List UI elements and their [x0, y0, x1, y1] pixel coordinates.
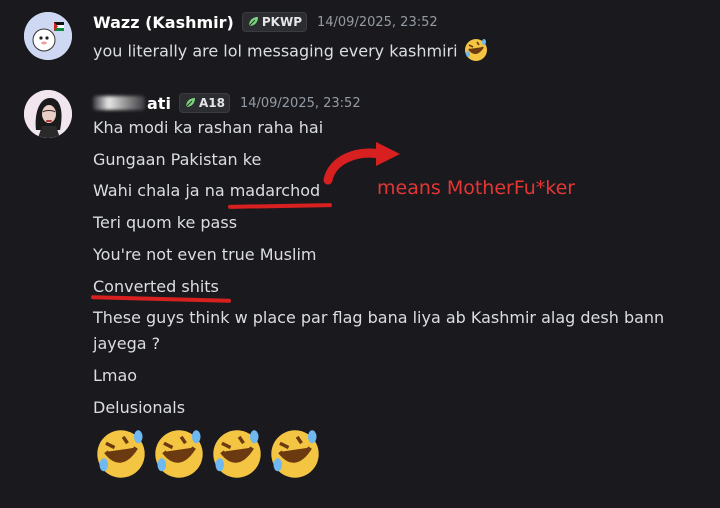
leaf-icon: [185, 98, 195, 108]
message-1: Wazz (Kashmir) PKWP 14/09/2025, 23:52 yo…: [0, 0, 720, 80]
rofl-emoji[interactable]: [209, 426, 265, 482]
server-tag-label: PKWP: [261, 15, 302, 29]
username[interactable]: Wazz (Kashmir): [93, 13, 234, 32]
timestamp[interactable]: 14/09/2025, 23:52: [240, 96, 361, 111]
timestamp[interactable]: 14/09/2025, 23:52: [317, 15, 438, 30]
rofl-emoji: [463, 37, 489, 67]
message-line: Lmao: [93, 366, 138, 385]
server-tag-label: A18: [198, 96, 225, 110]
avatar-image: [24, 90, 72, 138]
highlighted-word: madarchod: [229, 181, 321, 200]
message-line: Wahi chala ja na madarchod: [93, 181, 320, 200]
server-tag[interactable]: PKWP: [241, 12, 307, 32]
message-line: Teri quom ke pass: [93, 213, 238, 232]
rofl-emoji[interactable]: [267, 426, 323, 482]
server-tag[interactable]: A18: [178, 93, 230, 113]
message-2-header: ati A18 14/09/2025, 23:52: [93, 93, 361, 113]
message-text: Wahi chala ja na: [93, 181, 230, 200]
message-line: Kha modi ka rashan raha hai: [93, 118, 324, 137]
annotation-meaning: means MotherFu*ker: [377, 177, 576, 199]
message-1-header: Wazz (Kashmir) PKWP 14/09/2025, 23:52: [93, 12, 438, 32]
message-line: jayega ?: [93, 334, 161, 353]
rofl-emoji[interactable]: [93, 426, 149, 482]
message-line: you literally are lol messaging every ka…: [93, 37, 489, 67]
avatar-image: [24, 12, 72, 60]
message-text: you literally are lol messaging every ka…: [93, 41, 458, 61]
rofl-emoji[interactable]: [151, 426, 207, 482]
message-line: These guys think w place par flag bana l…: [93, 308, 665, 327]
emoji-row: [93, 426, 323, 482]
message-line: You're not even true Muslim: [93, 245, 317, 264]
message-line: Gungaan Pakistan ke: [93, 150, 262, 169]
username[interactable]: ati: [147, 94, 171, 113]
leaf-icon: [248, 17, 258, 27]
avatar-ati[interactable]: [24, 90, 72, 138]
redacted-name-blur: [93, 96, 145, 110]
message-line: Delusionals: [93, 398, 186, 417]
message-line: Converted shits: [93, 277, 219, 296]
avatar-wazz[interactable]: [24, 12, 72, 60]
